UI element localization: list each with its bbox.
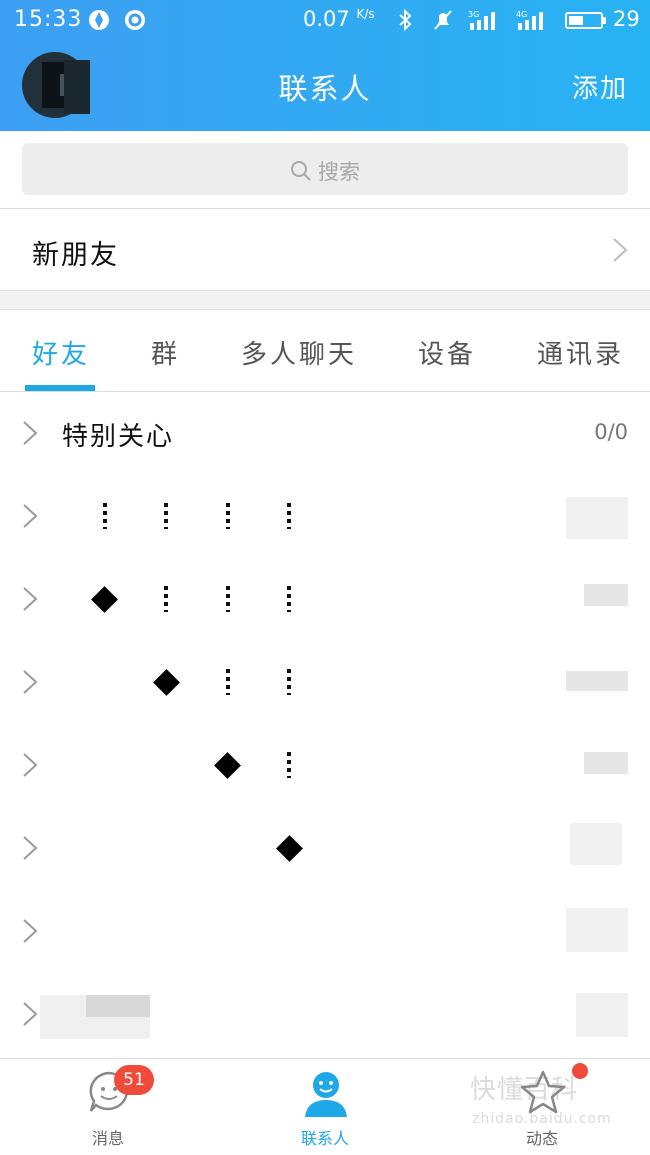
new-activity-dot <box>572 1063 588 1079</box>
nav-contacts[interactable]: 联系人 <box>265 1059 385 1155</box>
battery-level: 29 <box>613 7 640 31</box>
blurred-count <box>584 752 628 774</box>
battery-icon <box>565 12 606 29</box>
diamond-marker <box>214 752 241 779</box>
dotted-marker <box>287 669 291 695</box>
dotted-marker <box>287 752 291 778</box>
blurred-count <box>566 671 628 691</box>
group-row[interactable] <box>0 807 650 890</box>
dotted-marker <box>164 586 168 612</box>
chevron-right-icon <box>613 238 628 262</box>
unread-badge: 51 <box>114 1065 154 1095</box>
contacts-icon <box>305 1072 347 1117</box>
section-gap <box>0 291 650 310</box>
blurred-count <box>570 823 622 865</box>
tab-friends[interactable]: 好友 <box>32 334 90 371</box>
signal-4g-icon: 4G <box>516 10 543 30</box>
app-notification-icon <box>89 10 109 30</box>
status-bar: 15:33 0.07 K/s 3G 4G 29 <box>0 0 650 40</box>
star-icon <box>520 1070 566 1114</box>
chevron-right-icon <box>23 421 38 445</box>
group-row[interactable] <box>0 641 650 724</box>
nav-feed[interactable]: 动态 <box>482 1059 602 1155</box>
group-row[interactable] <box>0 973 650 1056</box>
blurred-label <box>86 995 150 1017</box>
tab-groups[interactable]: 群 <box>151 334 180 371</box>
network-speed: 0.07 K/s <box>303 7 375 31</box>
diamond-marker <box>276 835 303 862</box>
dotted-marker <box>103 503 107 529</box>
group-row[interactable] <box>0 724 650 807</box>
svg-text:3G: 3G <box>468 10 479 19</box>
dotted-marker <box>226 669 230 695</box>
app-header: 15:33 0.07 K/s 3G 4G 29 联系人 添加 <box>0 0 650 131</box>
chevron-right-icon <box>23 753 38 777</box>
dotted-marker <box>287 503 291 529</box>
group-label: 特别关心 <box>62 422 175 452</box>
group-row[interactable] <box>0 558 650 641</box>
bluetooth-icon <box>399 9 412 31</box>
search-placeholder: 搜索 <box>318 160 360 184</box>
bottom-nav: 51 消息 联系人 快懂百科 zhidao.baidu.com 动态 <box>0 1058 650 1155</box>
search-icon <box>291 161 311 181</box>
status-time: 15:33 <box>14 7 83 32</box>
new-friends-label: 新朋友 <box>32 240 119 271</box>
chevron-right-icon <box>23 670 38 694</box>
add-button[interactable]: 添加 <box>572 68 628 105</box>
group-row[interactable] <box>0 890 650 973</box>
qq-notification-icon <box>125 10 145 30</box>
group-row-special[interactable]: 特别关心 0/0 <box>0 392 650 475</box>
blurred-count <box>566 497 628 539</box>
new-friends-row[interactable]: 新朋友 <box>0 209 650 291</box>
dotted-marker <box>226 586 230 612</box>
dotted-marker <box>164 503 168 529</box>
diamond-marker <box>91 586 118 613</box>
dotted-marker <box>226 503 230 529</box>
chevron-right-icon <box>23 587 38 611</box>
group-count: 0/0 <box>594 420 628 444</box>
search-area: 搜索 <box>0 131 650 209</box>
mute-icon <box>434 10 452 30</box>
contact-tabs: 好友 群 多人聊天 设备 通讯录 <box>0 310 650 392</box>
dotted-marker <box>287 586 291 612</box>
tab-address-book[interactable]: 通讯录 <box>537 334 624 371</box>
tab-multi-chat[interactable]: 多人聊天 <box>241 334 357 371</box>
diamond-marker <box>153 669 180 696</box>
blurred-count <box>584 584 628 606</box>
tab-devices[interactable]: 设备 <box>418 334 476 371</box>
page-title: 联系人 <box>278 72 372 106</box>
nav-label: 联系人 <box>300 1129 349 1148</box>
nav-label: 消息 <box>91 1129 124 1148</box>
chevron-right-icon <box>23 504 38 528</box>
chevron-right-icon <box>23 836 38 860</box>
blurred-count <box>566 908 628 952</box>
svg-text:4G: 4G <box>516 10 527 19</box>
group-row[interactable] <box>0 475 650 558</box>
chevron-right-icon <box>23 919 38 943</box>
signal-3g-icon: 3G <box>468 10 495 30</box>
chevron-right-icon <box>23 1002 38 1026</box>
nav-label: 动态 <box>525 1129 558 1148</box>
search-input[interactable]: 搜索 <box>22 143 628 195</box>
nav-messages[interactable]: 51 消息 <box>48 1059 168 1155</box>
blurred-count <box>576 993 628 1037</box>
